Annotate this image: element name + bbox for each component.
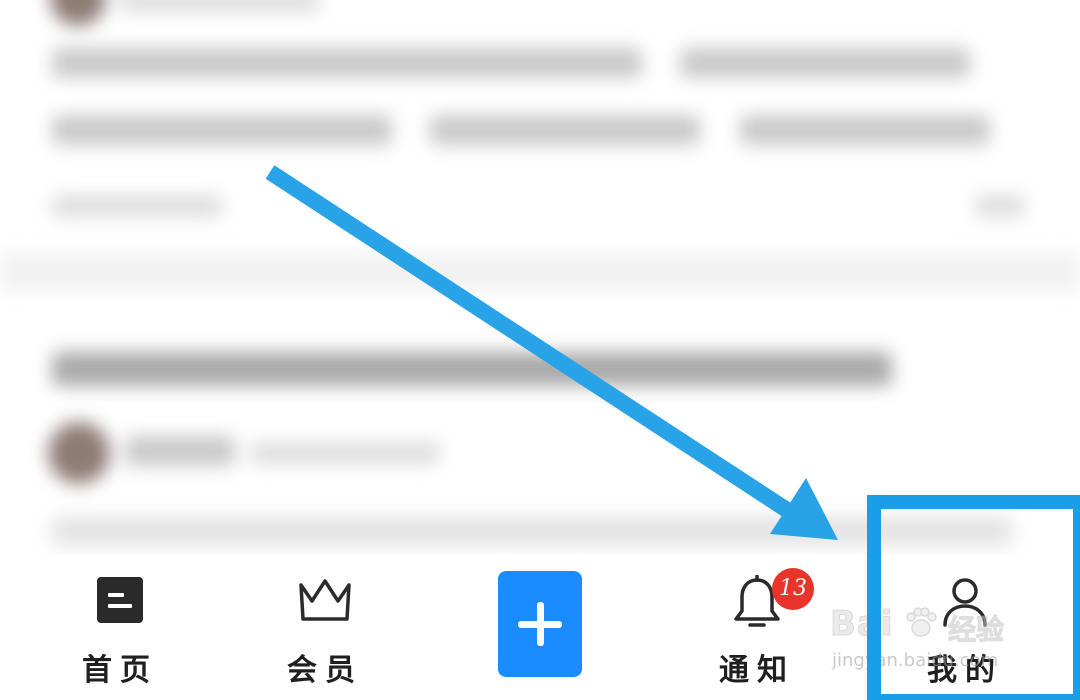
feed-meta-line <box>250 442 440 464</box>
nav-label-member: 会员 <box>287 653 363 688</box>
feed-meta-line <box>975 195 1025 217</box>
bottom-nav-bar: 首页 会员 13 通知 我的 <box>0 555 1080 700</box>
nav-label-home: 首页 <box>82 653 158 688</box>
feed-text-line <box>52 48 642 78</box>
feed-text-line <box>52 115 392 145</box>
feed-text-line <box>120 0 320 12</box>
nav-item-notifications[interactable]: 13 通知 <box>657 555 857 700</box>
person-icon <box>943 578 987 627</box>
nav-label-notifications: 通知 <box>719 653 795 688</box>
notification-count-badge: 13 <box>772 568 814 610</box>
nav-label-mine: 我的 <box>927 653 1003 688</box>
nav-item-member[interactable]: 会员 <box>225 555 425 700</box>
nav-item-home[interactable]: 首页 <box>20 555 220 700</box>
feed-text-line <box>430 115 700 145</box>
card-divider <box>0 252 1080 292</box>
home-doc-icon <box>97 577 143 623</box>
app-screen: 首页 会员 13 通知 我的 Bai 经验 jingyan.baidu.com <box>0 0 1080 700</box>
feed-title-line[interactable] <box>52 352 892 386</box>
post-button[interactable] <box>498 571 582 677</box>
author-avatar[interactable] <box>50 0 106 26</box>
feed-meta-line <box>52 195 222 217</box>
content-feed[interactable] <box>0 0 1080 570</box>
author-avatar[interactable] <box>48 422 110 484</box>
feed-text-line <box>680 48 970 78</box>
feed-author-line <box>125 436 235 466</box>
nav-item-mine[interactable]: 我的 <box>865 555 1065 700</box>
crown-icon <box>299 579 351 621</box>
feed-text-line <box>740 115 990 145</box>
